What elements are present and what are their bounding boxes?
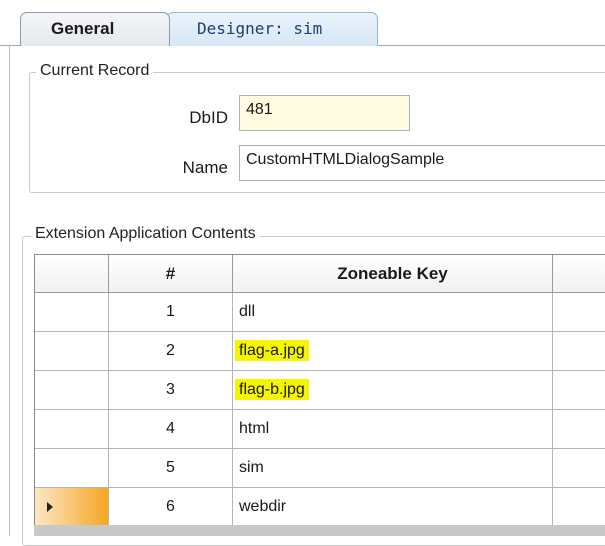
dbid-value: 481 — [246, 101, 273, 118]
row-number: 3 — [109, 371, 233, 410]
row-key[interactable]: html — [233, 410, 553, 449]
table-row[interactable]: 6 webdir — [35, 488, 605, 527]
row-key-text: flag-a.jpg — [235, 340, 309, 361]
row-extra-cell — [553, 332, 605, 371]
dbid-label: DbID — [189, 108, 228, 127]
dbid-field[interactable]: 481 — [239, 95, 410, 131]
row-extra-cell — [553, 449, 605, 488]
row-key[interactable]: webdir — [233, 488, 553, 527]
grid-header-extra[interactable] — [553, 255, 605, 293]
row-extra-cell — [553, 410, 605, 449]
row-number: 6 — [109, 488, 233, 527]
name-field[interactable]: CustomHTMLDialogSample — [239, 145, 605, 181]
row-key-text: sim — [239, 459, 264, 476]
row-selector[interactable] — [35, 332, 109, 371]
name-value: CustomHTMLDialogSample — [246, 151, 445, 168]
tab-general-label: General — [51, 19, 115, 38]
row-key[interactable]: flag-b.jpg — [233, 371, 553, 410]
row-number: 2 — [109, 332, 233, 371]
row-extra-cell — [553, 371, 605, 410]
row-extra-cell — [553, 293, 605, 332]
grid-header-number[interactable]: # — [109, 255, 233, 293]
row-number: 5 — [109, 449, 233, 488]
tab-designer-label: Designer: sim — [197, 19, 323, 38]
tab-designer-sim[interactable]: Designer: sim — [166, 12, 378, 46]
panel-left-border — [9, 45, 10, 536]
table-row[interactable]: 2 flag-a.jpg — [35, 332, 605, 371]
row-pointer-icon — [47, 502, 53, 512]
extension-contents-grid[interactable]: # Zoneable Key 1 dll 2 flag-a.jpg 3 flag… — [34, 254, 605, 536]
tab-general[interactable]: General — [20, 12, 170, 46]
row-key[interactable]: sim — [233, 449, 553, 488]
table-row[interactable]: 4 html — [35, 410, 605, 449]
extension-contents-legend: Extension Application Contents — [31, 225, 260, 243]
grid-new-row-strip — [34, 525, 605, 536]
table-row[interactable]: 1 dll — [35, 293, 605, 332]
row-key-text: html — [239, 420, 270, 437]
row-number: 1 — [109, 293, 233, 332]
row-selector-current[interactable] — [35, 488, 109, 527]
row-key[interactable]: dll — [233, 293, 553, 332]
row-selector[interactable] — [35, 449, 109, 488]
row-key[interactable]: flag-a.jpg — [233, 332, 553, 371]
row-key-text: flag-b.jpg — [235, 379, 309, 400]
grid-header-zoneable-key[interactable]: Zoneable Key — [233, 255, 553, 293]
row-key-text: dll — [239, 303, 256, 320]
row-number: 4 — [109, 410, 233, 449]
table-row[interactable]: 3 flag-b.jpg — [35, 371, 605, 410]
row-extra-cell — [553, 488, 605, 527]
table-row[interactable]: 5 sim — [35, 449, 605, 488]
row-selector[interactable] — [35, 410, 109, 449]
current-record-legend: Current Record — [36, 62, 154, 80]
row-selector[interactable] — [35, 293, 109, 332]
name-label: Name — [182, 158, 228, 177]
grid-header-selector — [35, 255, 109, 293]
row-selector[interactable] — [35, 371, 109, 410]
row-key-text: webdir — [239, 498, 287, 515]
